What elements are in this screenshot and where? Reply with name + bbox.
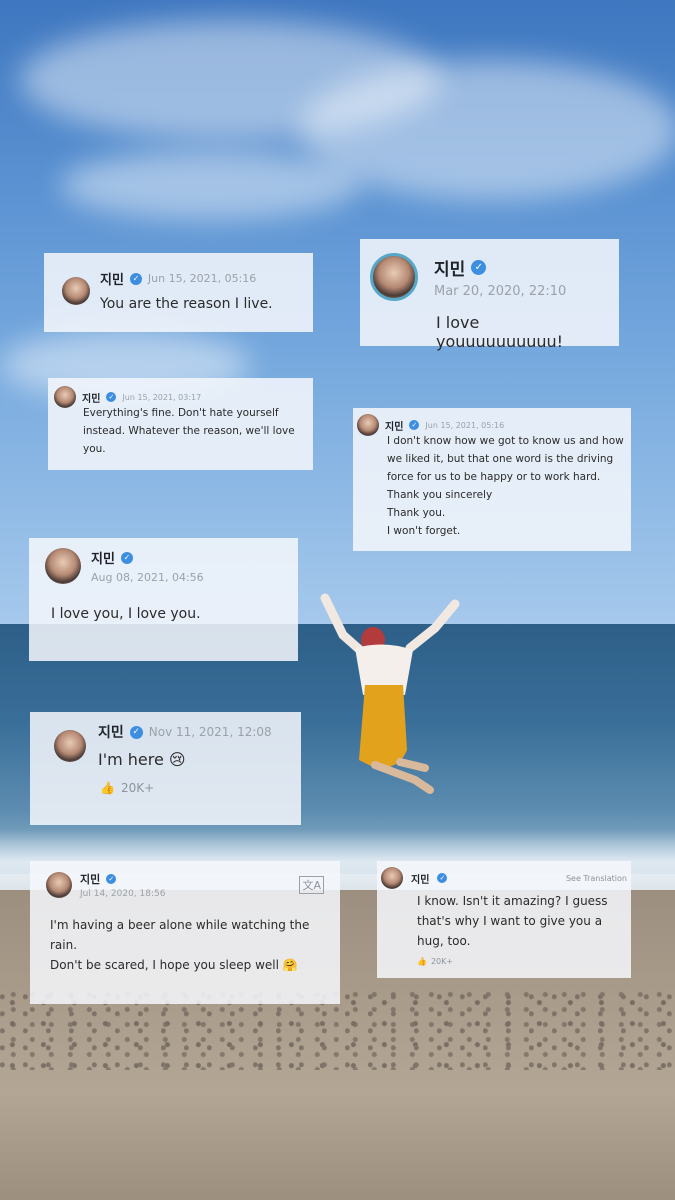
post-text: I don't know how we got to know us and h… (387, 435, 624, 537)
post-text: I'm here 😢 (98, 750, 186, 769)
author-name: 지민 (385, 421, 404, 433)
avatar (381, 867, 403, 889)
post-date: Jul 14, 2020, 18:56 (80, 889, 166, 899)
post-text: I know. Isn't it amazing? I guess that's… (417, 894, 608, 948)
like-count: 20K+ (430, 957, 454, 966)
tweet-card: 지민 ✓ Aug 08, 2021, 04:56 I love you, I l… (29, 538, 298, 661)
author-name: 지민 (80, 873, 101, 886)
check-icon: ✓ (409, 420, 420, 430)
post-text: I'm having a beer alone while watching t… (50, 918, 310, 972)
check-icon: ✓ (471, 260, 487, 275)
author-name: 지민 (98, 725, 124, 741)
post-date: Aug 08, 2021, 04:56 (91, 571, 204, 584)
check-icon: ✓ (106, 392, 117, 402)
post-date: Jun 15, 2021, 05:16 (147, 272, 257, 285)
post-text: You are the reason I live. (100, 296, 273, 312)
tweet-card: 지민 ✓ Nov 11, 2021, 12:08 I'm here 😢 👍 20… (30, 712, 301, 825)
translate-icon[interactable]: 文A (299, 876, 324, 894)
check-icon: ✓ (120, 551, 133, 564)
avatar (357, 414, 379, 436)
tweet-card: 지민 ✓ Mar 20, 2020, 22:10 I love youuuuuu… (360, 239, 619, 351)
author-name: 지민 (91, 552, 115, 567)
check-icon: ✓ (129, 725, 143, 739)
cloud (60, 150, 360, 220)
post-text: Everything's fine. Don't hate yourself i… (83, 407, 295, 455)
tweet-card: 지민 ✓ Jun 15, 2021, 05:16 I don't know ho… (353, 408, 631, 551)
avatar (54, 729, 86, 762)
author-name: 지민 (434, 260, 466, 280)
check-icon: ✓ (106, 874, 117, 884)
avatar (54, 386, 76, 408)
jumping-person (320, 593, 460, 794)
author-name: 지민 (82, 393, 101, 405)
tweet-card: 지민 ✓ Jun 15, 2021, 05:16 You are the rea… (44, 253, 313, 332)
post-text: I love youuuuuuuuuu! (436, 313, 564, 351)
avatar (370, 253, 418, 301)
author-name: 지민 (411, 874, 430, 886)
tweet-card: 지민 ✓ Jul 14, 2020, 18:56 文A I'm having a… (30, 861, 340, 1004)
avatar (45, 548, 81, 584)
avatar (62, 276, 90, 305)
post-date: Nov 11, 2021, 12:08 (148, 725, 272, 739)
check-icon: ✓ (129, 272, 142, 285)
thumbs-up-icon[interactable]: 👍 (417, 957, 427, 966)
see-translation-link[interactable]: See Translation (566, 874, 627, 883)
like-count: 20K+ (120, 781, 155, 795)
post-date: Jun 15, 2021, 05:16 (425, 420, 505, 430)
post-date: Mar 20, 2020, 22:10 (434, 284, 567, 299)
tweet-card: 지민 ✓ Jun 15, 2021, 03:17 Everything's fi… (48, 378, 313, 470)
author-name: 지민 (100, 273, 124, 288)
check-icon: ✓ (437, 873, 448, 883)
tweet-card: 지민 ✓ See Translation I know. Isn't it am… (377, 861, 631, 978)
avatar (46, 872, 72, 898)
thumbs-up-icon[interactable]: 👍 (100, 781, 115, 795)
post-text: I love you, I love you. (51, 606, 201, 622)
post-date: Jun 15, 2021, 03:17 (122, 392, 202, 402)
